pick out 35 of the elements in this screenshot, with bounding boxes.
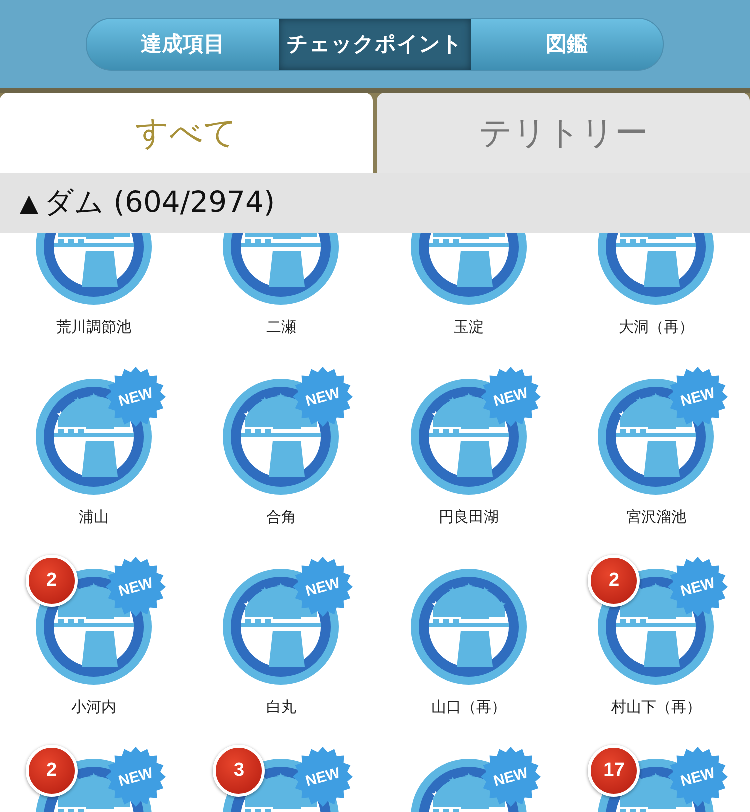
new-badge: NEW bbox=[106, 367, 166, 427]
new-badge: NEW bbox=[668, 367, 728, 427]
checkpoint-name: 荒川調節池 bbox=[56, 317, 132, 337]
checkpoint-name: 円良田湖 bbox=[438, 507, 499, 527]
checkpoint-name: 村山下（再） bbox=[611, 697, 702, 717]
checkpoint-name: 小河内 bbox=[71, 697, 116, 717]
filter-tab[interactable]: すべて bbox=[0, 93, 373, 173]
new-badge: NEW bbox=[106, 747, 166, 807]
count-badge: 3 bbox=[213, 745, 266, 797]
section-header[interactable]: ▲ ダム (604/2974) bbox=[0, 173, 750, 233]
collapse-arrow: ▲ bbox=[20, 189, 38, 217]
count-badge: 2 bbox=[588, 555, 640, 607]
checkpoint-name: 山口（再） bbox=[431, 697, 506, 717]
new-badge: NEW bbox=[668, 557, 728, 617]
new-badge: NEW bbox=[293, 367, 354, 427]
new-badge: NEW bbox=[106, 557, 166, 617]
checkpoint-name: 浦山 bbox=[78, 507, 109, 527]
checkpoint-name: 合角 bbox=[266, 507, 296, 527]
segment-tab[interactable]: チェックポイント bbox=[279, 18, 471, 70]
new-badge: NEW bbox=[480, 747, 541, 807]
checkpoint-name: 白丸 bbox=[266, 697, 296, 717]
checkpoint-name: 二瀬 bbox=[266, 317, 296, 337]
segment-tab[interactable]: 達成項目 bbox=[87, 18, 279, 70]
dam-badge-icon[interactable] bbox=[410, 569, 527, 685]
new-badge: NEW bbox=[668, 747, 728, 807]
checkpoint-name: 大洞（再） bbox=[618, 317, 694, 337]
new-badge: NEW bbox=[293, 747, 354, 807]
new-badge: NEW bbox=[293, 557, 354, 617]
section-title: ダム (604/2974) bbox=[44, 184, 276, 221]
segment-tab[interactable]: 図鑑 bbox=[471, 18, 663, 70]
filter-tab[interactable]: テリトリー bbox=[377, 93, 750, 173]
count-badge: 17 bbox=[588, 745, 640, 797]
checkpoint-name: 玉淀 bbox=[454, 317, 484, 337]
checkpoint-name: 宮沢溜池 bbox=[626, 507, 686, 527]
new-badge: NEW bbox=[480, 367, 541, 427]
